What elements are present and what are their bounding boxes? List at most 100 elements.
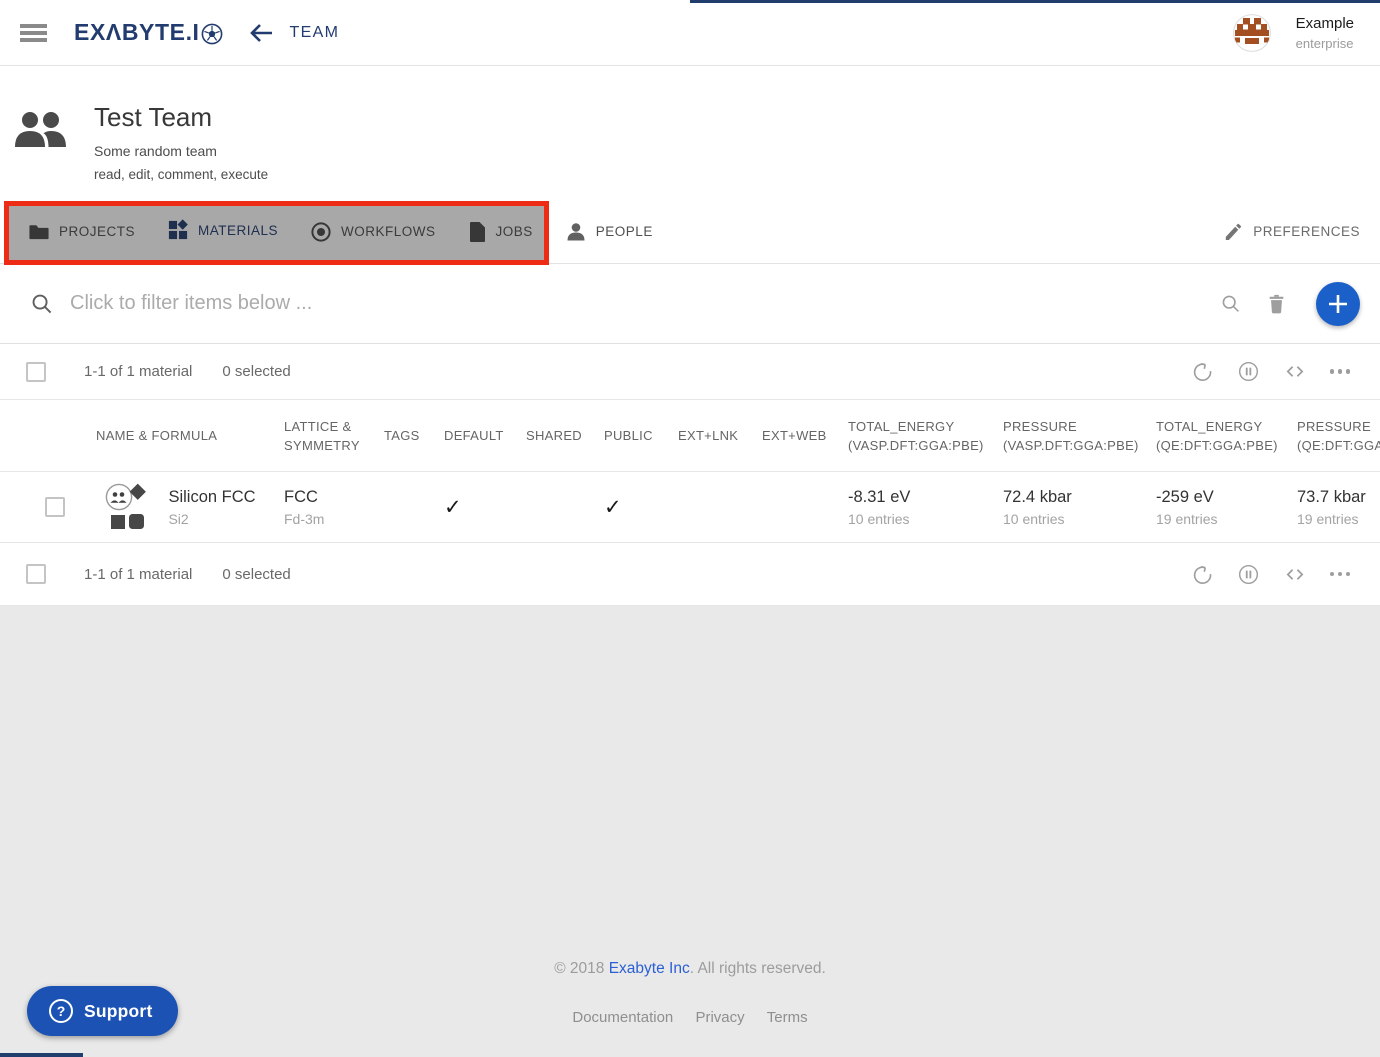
- exabyte-logo[interactable]: EXΛBYTE.I: [74, 19, 223, 46]
- team-permissions: read, edit, comment, execute: [94, 167, 268, 182]
- pressure-qe-value: 73.7 kbar: [1297, 488, 1380, 507]
- soccer-ball-icon: [201, 23, 223, 45]
- table-header-row: NAME & FORMULA LATTICE &SYMMETRY TAGS DE…: [0, 400, 1380, 472]
- col-shared: SHARED: [514, 400, 592, 471]
- add-button[interactable]: [1316, 282, 1360, 326]
- tab-bar: PROJECTS MATERIALS WORKFLOWS JOBS: [0, 200, 1380, 264]
- avatar: [1233, 14, 1271, 52]
- tab-materials[interactable]: MATERIALS: [151, 200, 294, 263]
- selected-count: 0 selected: [222, 363, 290, 380]
- pressure-qe-entries: 19 entries: [1297, 511, 1380, 527]
- code-brackets-icon[interactable]: [1283, 563, 1307, 586]
- ext-web-cell: [750, 472, 836, 542]
- col-pressure-qe: PRESSURE(QE:DFT:GGA:PBE): [1285, 400, 1380, 471]
- filter-bar: [0, 264, 1380, 344]
- user-plan: enterprise: [1296, 36, 1354, 51]
- col-ext-lnk: EXT+LNK: [666, 400, 750, 471]
- search-action-icon[interactable]: [1220, 293, 1241, 314]
- team-header: Test Team Some random team read, edit, c…: [0, 66, 1380, 200]
- copyright-prefix: © 2018: [554, 960, 609, 977]
- refresh-icon[interactable]: [1191, 563, 1214, 586]
- tab-people-label: PEOPLE: [596, 224, 653, 239]
- filter-input[interactable]: [70, 292, 1220, 315]
- material-formula: Si2: [168, 511, 255, 527]
- range-text-bottom: 1-1 of 1 material: [84, 566, 192, 583]
- preferences-button[interactable]: PREFERENCES: [1223, 200, 1360, 263]
- ext-lnk-cell: [666, 472, 750, 542]
- question-icon: ?: [49, 999, 73, 1023]
- pause-icon[interactable]: [1237, 563, 1260, 586]
- company-link[interactable]: Exabyte Inc: [609, 960, 690, 977]
- pressure-vasp-value: 72.4 kbar: [1003, 488, 1144, 507]
- back-arrow-icon[interactable]: [247, 22, 274, 44]
- total-energy-vasp-value: -8.31 eV: [848, 488, 991, 507]
- footer-area: © 2018 Exabyte Inc. All rights reserved.…: [0, 606, 1380, 1057]
- pencil-icon: [1223, 222, 1243, 242]
- page: EXΛBYTE.I TEAM: [0, 0, 1380, 1057]
- symmetry-value: Fd-3m: [284, 511, 372, 527]
- tags-cell: [372, 472, 432, 542]
- search-icon: [30, 292, 53, 315]
- footer-links: Documentation Privacy Terms: [0, 1009, 1380, 1026]
- radio-target-icon: [310, 221, 332, 243]
- privacy-link[interactable]: Privacy: [695, 1009, 744, 1026]
- support-label: Support: [84, 1001, 152, 1022]
- more-options-icon[interactable]: [1330, 572, 1351, 577]
- top-edge-artifact: [690, 0, 1380, 3]
- refresh-icon[interactable]: [1191, 360, 1214, 383]
- row-checkbox[interactable]: [45, 497, 65, 517]
- header-checkbox-spacer: [0, 400, 84, 471]
- tab-people[interactable]: PEOPLE: [549, 200, 669, 263]
- logo-text: EXΛBYTE.I: [74, 19, 200, 46]
- tab-jobs[interactable]: JOBS: [452, 200, 549, 263]
- total-energy-vasp-entries: 10 entries: [848, 511, 991, 527]
- group-icon: [15, 110, 69, 200]
- terms-link[interactable]: Terms: [767, 1009, 808, 1026]
- tab-materials-label: MATERIALS: [198, 223, 278, 238]
- pause-icon[interactable]: [1237, 360, 1260, 383]
- person-icon: [565, 221, 587, 243]
- copyright-suffix: . All rights reserved.: [690, 960, 826, 977]
- col-lattice-symmetry: LATTICE &SYMMETRY: [272, 400, 372, 471]
- col-name-formula: NAME & FORMULA: [84, 400, 272, 471]
- pagination-row-bottom: 1-1 of 1 material 0 selected: [0, 543, 1380, 606]
- documentation-link[interactable]: Documentation: [572, 1009, 673, 1026]
- tab-workflows[interactable]: WORKFLOWS: [294, 200, 452, 263]
- col-total-energy-qe: TOTAL_ENERGY(QE:DFT:GGA:PBE): [1144, 400, 1285, 471]
- total-energy-qe-value: -259 eV: [1156, 488, 1285, 507]
- select-all-checkbox-bottom[interactable]: [26, 564, 46, 584]
- table: NAME & FORMULA LATTICE &SYMMETRY TAGS DE…: [0, 400, 1380, 543]
- widgets-icon: [167, 219, 189, 241]
- user-name: Example: [1296, 15, 1354, 32]
- table-row[interactable]: Silicon FCC Si2 FCC Fd-3m ✓ ✓ -8.31 eV 1…: [0, 472, 1380, 543]
- file-icon: [468, 221, 487, 243]
- more-options-icon[interactable]: [1330, 369, 1351, 374]
- app-bar: EXΛBYTE.I TEAM: [0, 0, 1380, 66]
- select-all-checkbox[interactable]: [26, 362, 46, 382]
- col-default: DEFAULT: [432, 400, 514, 471]
- col-tags: TAGS: [372, 400, 432, 471]
- tab-workflows-label: WORKFLOWS: [341, 224, 436, 239]
- col-ext-web: EXT+WEB: [750, 400, 836, 471]
- lattice-value: FCC: [284, 488, 372, 507]
- material-icon: [102, 482, 154, 532]
- range-text: 1-1 of 1 material: [84, 363, 192, 380]
- trash-icon[interactable]: [1265, 292, 1288, 315]
- preferences-label: PREFERENCES: [1253, 224, 1360, 239]
- pagination-row-top: 1-1 of 1 material 0 selected: [0, 344, 1380, 400]
- pressure-vasp-entries: 10 entries: [1003, 511, 1144, 527]
- support-button[interactable]: ? Support: [27, 986, 178, 1036]
- copyright: © 2018 Exabyte Inc. All rights reserved.: [0, 960, 1380, 978]
- team-name: Test Team: [94, 102, 268, 133]
- tab-projects[interactable]: PROJECTS: [12, 200, 151, 263]
- col-pressure-vasp: PRESSURE(VASP.DFT:GGA:PBE): [991, 400, 1144, 471]
- account-menu[interactable]: Example enterprise: [1233, 14, 1354, 52]
- code-brackets-icon[interactable]: [1283, 360, 1307, 383]
- total-energy-qe-entries: 19 entries: [1156, 511, 1285, 527]
- tab-projects-label: PROJECTS: [59, 224, 135, 239]
- menu-icon[interactable]: [20, 24, 47, 42]
- col-public: PUBLIC: [592, 400, 666, 471]
- tab-jobs-label: JOBS: [496, 224, 533, 239]
- folder-icon: [28, 221, 50, 243]
- default-check-icon: ✓: [444, 495, 514, 520]
